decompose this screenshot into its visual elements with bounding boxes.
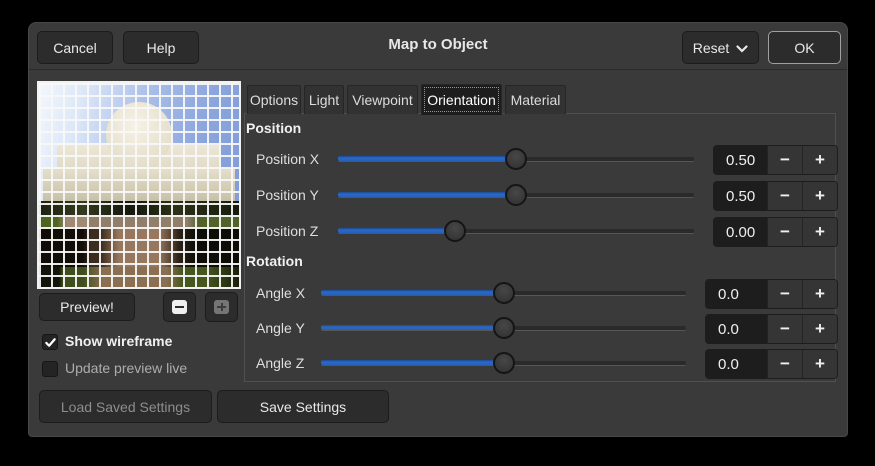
position-y-label: Position Y: [256, 187, 319, 203]
zoom-in-button[interactable]: [205, 292, 238, 322]
tab-orientation[interactable]: Orientation: [421, 84, 502, 115]
angle-x-slider[interactable]: [321, 282, 686, 304]
angle-z-spinbutton: 0.0 − +: [705, 349, 838, 379]
tab-material[interactable]: Material: [505, 85, 566, 114]
angle-y-label: Angle Y: [256, 320, 305, 336]
increment-button[interactable]: +: [802, 315, 837, 343]
position-x-value[interactable]: 0.50: [714, 146, 767, 174]
angle-y-value[interactable]: 0.0: [706, 315, 767, 343]
show-wireframe-checkbox[interactable]: [42, 334, 58, 350]
slider-fill: [321, 360, 504, 365]
slider-knob[interactable]: [505, 148, 527, 170]
slider-fill: [321, 290, 504, 295]
zoom-in-icon: [214, 300, 229, 314]
reset-label: Reset: [692, 39, 730, 56]
decrement-button[interactable]: −: [767, 280, 802, 308]
chevron-down-icon: [736, 44, 748, 53]
position-x-spinbutton: 0.50 − +: [713, 145, 838, 175]
position-x-slider[interactable]: [338, 148, 694, 170]
decrement-button[interactable]: −: [767, 146, 802, 174]
update-preview-live-label[interactable]: Update preview live: [65, 360, 187, 376]
position-y-slider[interactable]: [338, 184, 694, 206]
position-y-value[interactable]: 0.50: [714, 182, 767, 210]
slider-knob[interactable]: [493, 352, 515, 374]
cancel-button[interactable]: Cancel: [37, 31, 113, 64]
increment-button[interactable]: +: [802, 350, 837, 378]
slider-knob[interactable]: [505, 184, 527, 206]
wireframe-grid-overlay: [39, 83, 239, 287]
angle-x-spinbutton: 0.0 − +: [705, 279, 838, 309]
help-button[interactable]: Help: [123, 31, 199, 64]
increment-button[interactable]: +: [802, 146, 837, 174]
load-saved-settings-button[interactable]: Load Saved Settings: [39, 390, 212, 423]
position-z-spinbutton: 0.00 − +: [713, 217, 838, 247]
slider-fill: [338, 156, 516, 161]
preview-button-label: Preview!: [60, 299, 114, 315]
decrement-button[interactable]: −: [767, 350, 802, 378]
decrement-button[interactable]: −: [767, 182, 802, 210]
slider-fill: [321, 325, 504, 330]
angle-z-label: Angle Z: [256, 355, 305, 371]
update-preview-live-checkbox[interactable]: [42, 361, 58, 377]
position-y-spinbutton: 0.50 − +: [713, 181, 838, 211]
position-z-value[interactable]: 0.00: [714, 218, 767, 246]
tab-viewpoint[interactable]: Viewpoint: [347, 85, 418, 114]
preview-area[interactable]: [37, 81, 241, 289]
cancel-label: Cancel: [53, 39, 97, 56]
slider-fill: [338, 192, 516, 197]
save-settings-label: Save Settings: [259, 398, 347, 415]
increment-button[interactable]: +: [802, 218, 837, 246]
tab-orientation-label: Orientation: [427, 92, 496, 108]
tab-light[interactable]: Light: [304, 85, 344, 114]
slider-fill: [338, 228, 455, 233]
slider-knob[interactable]: [493, 282, 515, 304]
increment-button[interactable]: +: [802, 280, 837, 308]
angle-y-spinbutton: 0.0 − +: [705, 314, 838, 344]
position-z-slider[interactable]: [338, 220, 694, 242]
angle-z-slider[interactable]: [321, 352, 686, 374]
rotation-section-heading: Rotation: [246, 253, 303, 269]
tab-options-label: Options: [249, 92, 299, 108]
increment-button[interactable]: +: [802, 182, 837, 210]
preview-button[interactable]: Preview!: [39, 293, 135, 321]
tab-material-label: Material: [510, 92, 561, 108]
slider-knob[interactable]: [493, 317, 515, 339]
zoom-out-button[interactable]: [163, 292, 196, 322]
angle-x-value[interactable]: 0.0: [706, 280, 767, 308]
reset-dropdown-button[interactable]: Reset: [682, 31, 759, 64]
tab-viewpoint-label: Viewpoint: [352, 92, 413, 108]
position-x-label: Position X: [256, 151, 320, 167]
position-section-heading: Position: [246, 120, 302, 136]
decrement-button[interactable]: −: [767, 218, 802, 246]
tab-light-label: Light: [308, 92, 340, 108]
decrement-button[interactable]: −: [767, 315, 802, 343]
slider-knob[interactable]: [444, 220, 466, 242]
checkmark-icon: [44, 337, 56, 347]
map-to-object-dialog: Map to Object Cancel Help Reset OK Previ…: [28, 22, 848, 437]
angle-z-value[interactable]: 0.0: [706, 350, 767, 378]
save-settings-button[interactable]: Save Settings: [217, 390, 389, 423]
show-wireframe-label[interactable]: Show wireframe: [65, 333, 172, 349]
dialog-header: Map to Object Cancel Help Reset OK: [29, 23, 847, 70]
help-label: Help: [146, 39, 176, 56]
ok-label: OK: [794, 39, 815, 56]
angle-y-slider[interactable]: [321, 317, 686, 339]
tab-options[interactable]: Options: [247, 85, 301, 114]
ok-button[interactable]: OK: [768, 31, 841, 64]
load-saved-settings-label: Load Saved Settings: [60, 398, 191, 415]
position-z-label: Position Z: [256, 223, 319, 239]
angle-x-label: Angle X: [256, 285, 306, 301]
zoom-out-icon: [172, 300, 187, 314]
